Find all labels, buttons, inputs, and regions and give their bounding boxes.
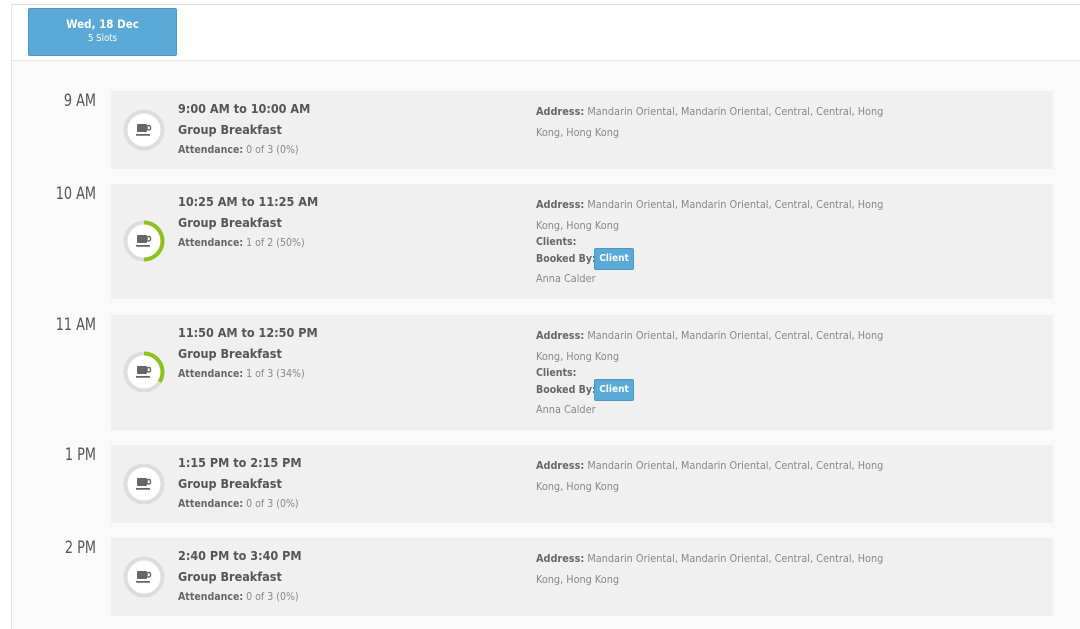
hour-label: 10 AM xyxy=(55,184,96,204)
address-value: Mandarin Oriental, Mandarin Oriental, Ce… xyxy=(536,105,884,139)
booked-by-label: Booked By: xyxy=(536,253,596,265)
slot-time: 10:25 AM to 11:25 AM xyxy=(178,194,319,209)
hour-label: 11 AM xyxy=(55,315,96,335)
attendance-ring-graphic xyxy=(123,556,165,598)
coffee-cup-icon xyxy=(136,235,152,247)
address-label: Address: xyxy=(536,552,585,565)
slot-title: Group Breakfast xyxy=(178,476,282,491)
address: Address: Mandarin Oriental, Mandarin Ori… xyxy=(536,101,891,143)
hour-label: 2 PM xyxy=(64,538,96,558)
slot-card[interactable]: 9:00 AM to 10:00 AM Group Breakfast Atte… xyxy=(111,91,1053,169)
address-value: Mandarin Oriental, Mandarin Oriental, Ce… xyxy=(536,552,884,586)
attendance-ring xyxy=(123,109,165,151)
address: Address: Mandarin Oriental, Mandarin Ori… xyxy=(536,194,891,236)
attendance-value: 0 of 3 (0%) xyxy=(246,144,299,156)
slot-time: 2:40 PM to 3:40 PM xyxy=(178,548,302,563)
address: Address: Mandarin Oriental, Mandarin Ori… xyxy=(536,325,891,367)
slot-card[interactable]: 11:50 AM to 12:50 PM Group Breakfast Att… xyxy=(111,315,1053,430)
attendance-value: 0 of 3 (0%) xyxy=(246,591,299,603)
attendance-ring xyxy=(123,220,165,262)
schedule-page: Wed, 18 Dec 5 Slots 9 AM 9:00 AM to 10:0… xyxy=(0,0,1080,629)
address-label: Address: xyxy=(536,105,585,118)
coffee-cup-icon xyxy=(136,124,152,136)
attendance-label: Attendance: xyxy=(178,591,244,603)
slot-card[interactable]: 10:25 AM to 11:25 AM Group Breakfast Att… xyxy=(111,184,1053,299)
booked-by-label: Booked By: xyxy=(536,384,596,396)
attendance-value: 1 of 3 (34%) xyxy=(246,368,305,380)
attendance-label: Attendance: xyxy=(178,368,244,380)
attendance-label: Attendance: xyxy=(178,144,244,156)
hour-label: 1 PM xyxy=(64,445,96,465)
attendance-label: Attendance: xyxy=(178,498,244,510)
client-name: Anna Calder xyxy=(536,403,596,416)
slot-time: 1:15 PM to 2:15 PM xyxy=(178,455,302,470)
coffee-cup-icon xyxy=(136,478,152,490)
date-tab-wed-18-dec[interactable]: Wed, 18 Dec 5 Slots xyxy=(28,8,177,56)
attendance-ring xyxy=(123,463,165,505)
clients-label: Clients: xyxy=(536,236,577,248)
attendance-label: Attendance: xyxy=(178,237,244,249)
slot-title: Group Breakfast xyxy=(178,346,282,361)
address-value: Mandarin Oriental, Mandarin Oriental, Ce… xyxy=(536,198,884,232)
coffee-cup-icon xyxy=(136,571,152,583)
slot-time: 11:50 AM to 12:50 PM xyxy=(178,325,318,340)
attendance: Attendance: 0 of 3 (0%) xyxy=(178,590,299,604)
attendance-value: 1 of 2 (50%) xyxy=(246,237,305,249)
slot-card[interactable]: 2:40 PM to 3:40 PM Group Breakfast Atten… xyxy=(111,538,1053,616)
attendance-ring-graphic xyxy=(123,351,165,393)
client-badge-button[interactable]: Client xyxy=(594,379,634,401)
attendance-value: 0 of 3 (0%) xyxy=(246,498,299,510)
client-badge-button[interactable]: Client xyxy=(594,248,634,270)
client-name: Anna Calder xyxy=(536,272,596,285)
attendance-ring-graphic xyxy=(123,463,165,505)
coffee-cup-icon xyxy=(136,366,152,378)
address-value: Mandarin Oriental, Mandarin Oriental, Ce… xyxy=(536,459,884,493)
attendance: Attendance: 1 of 3 (34%) xyxy=(178,367,305,381)
attendance-ring-graphic xyxy=(123,109,165,151)
address: Address: Mandarin Oriental, Mandarin Ori… xyxy=(536,455,891,497)
top-border xyxy=(11,4,1080,5)
attendance-ring xyxy=(123,351,165,393)
address-label: Address: xyxy=(536,198,585,211)
date-tab-slot-count: 5 Slots xyxy=(88,33,117,44)
slot-title: Group Breakfast xyxy=(178,569,282,584)
date-tab-date: Wed, 18 Dec xyxy=(66,17,139,31)
address-label: Address: xyxy=(536,329,585,342)
slot-time: 9:00 AM to 10:00 AM xyxy=(178,101,311,116)
slot-card[interactable]: 1:15 PM to 2:15 PM Group Breakfast Atten… xyxy=(111,445,1053,523)
attendance-ring-graphic xyxy=(123,220,165,262)
attendance: Attendance: 0 of 3 (0%) xyxy=(178,497,299,511)
slot-title: Group Breakfast xyxy=(178,215,282,230)
attendance-ring xyxy=(123,556,165,598)
address-label: Address: xyxy=(536,459,585,472)
hour-label: 9 AM xyxy=(63,91,96,111)
attendance: Attendance: 1 of 2 (50%) xyxy=(178,236,305,250)
address-value: Mandarin Oriental, Mandarin Oriental, Ce… xyxy=(536,329,884,363)
address: Address: Mandarin Oriental, Mandarin Ori… xyxy=(536,548,891,590)
attendance: Attendance: 0 of 3 (0%) xyxy=(178,143,299,157)
slot-title: Group Breakfast xyxy=(178,122,282,137)
clients-label: Clients: xyxy=(536,367,577,379)
